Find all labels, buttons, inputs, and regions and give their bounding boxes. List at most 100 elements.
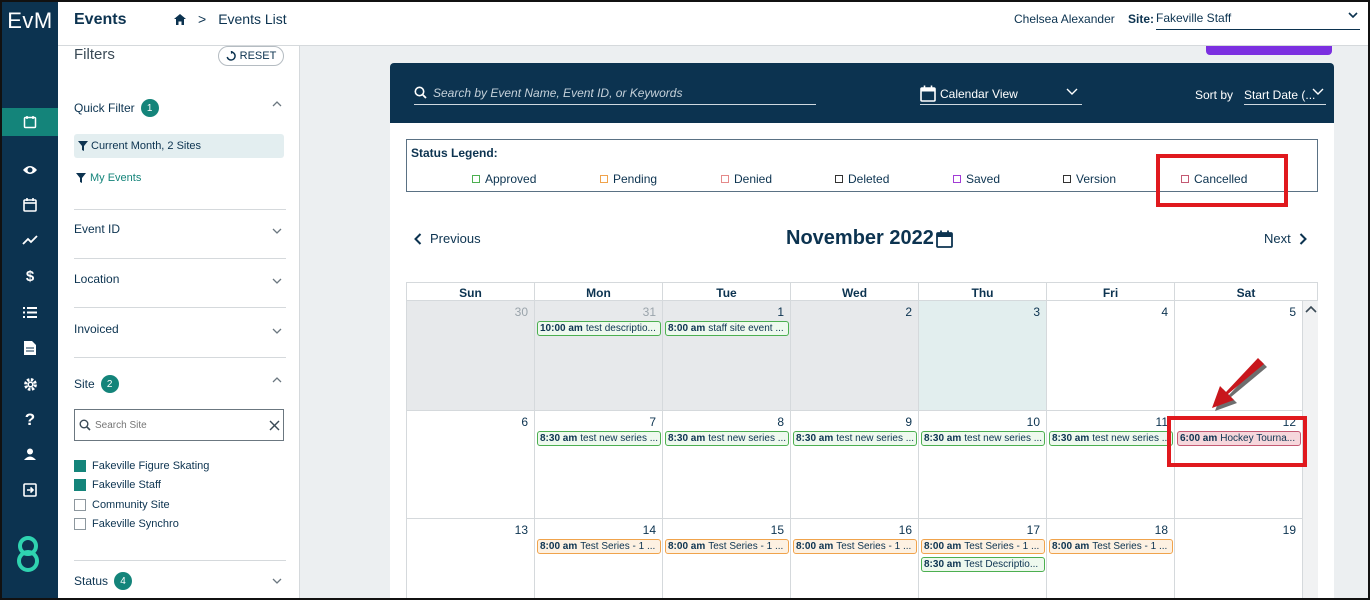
legend-label: Denied	[734, 172, 773, 186]
event-title: Test Series - 1 ...	[580, 541, 656, 552]
calendar-day-cell[interactable]: 13	[406, 519, 534, 598]
calendar-day-cell[interactable]: 11 8:30 am test new series ...	[1046, 411, 1174, 519]
primary-action-button[interactable]	[1206, 46, 1332, 55]
event-chip-pending[interactable]: 8:00 am Test Series - 1 ...	[921, 539, 1045, 554]
previous-label: Previous	[430, 231, 481, 246]
legend-swatch	[1063, 175, 1071, 183]
calendar-day-cell[interactable]: 4	[1046, 301, 1174, 411]
user-icon[interactable]	[2, 440, 58, 468]
chevron-up-icon	[272, 101, 282, 107]
quick-filter-header[interactable]: Quick Filter 1	[74, 99, 286, 117]
view-select[interactable]: Calendar View	[920, 83, 1082, 105]
event-chip-approved[interactable]: 10:00 am test descriptio...	[537, 321, 661, 336]
site-option[interactable]: Fakeville Staff	[74, 479, 161, 491]
event-chip-approved[interactable]: 8:30 am Test Descriptio...	[921, 557, 1045, 572]
logout-icon[interactable]	[2, 476, 58, 504]
calendar-day-cell[interactable]: 18 8:00 am Test Series - 1 ...	[1046, 519, 1174, 598]
checkbox-checked[interactable]	[74, 479, 86, 491]
quick-filter-my-events[interactable]: My Events	[76, 172, 141, 184]
calendar-day-cell[interactable]: 6	[406, 411, 534, 519]
day-number: 8	[777, 415, 784, 429]
calendar-picker-icon[interactable]	[935, 230, 953, 248]
checkbox[interactable]	[74, 518, 86, 530]
eye-icon[interactable]	[2, 156, 58, 184]
day-number: 31	[642, 305, 656, 319]
event-time: 8:30 am	[668, 433, 706, 444]
weekday-header: Tue	[662, 282, 790, 301]
calendar-icon[interactable]	[2, 190, 58, 218]
legend-item: Pending	[600, 172, 657, 186]
breadcrumb-current: Events List	[218, 11, 287, 27]
close-icon[interactable]	[269, 420, 280, 431]
chevron-down-icon	[272, 328, 282, 334]
event-chip-pending[interactable]: 8:00 am Test Series - 1 ...	[665, 539, 789, 554]
quick-filter-label: Quick Filter	[74, 101, 135, 115]
invoiced-filter[interactable]: Invoiced	[74, 322, 286, 336]
event-search[interactable]	[414, 81, 816, 105]
calendar-day-cell[interactable]: 19	[1174, 519, 1302, 598]
calendar-day-cell[interactable]: 2	[790, 301, 918, 411]
event-search-input[interactable]	[433, 85, 813, 100]
event-title: test new series ...	[1092, 433, 1171, 444]
checkbox-checked[interactable]	[74, 460, 86, 472]
calendar-day-cell[interactable]: 15 8:00 am Test Series - 1 ...	[662, 519, 790, 598]
calendar-day-cell[interactable]: 7 8:30 am test new series ...	[534, 411, 662, 519]
calendar-day-cell[interactable]: 16 8:00 am Test Series - 1 ...	[790, 519, 918, 598]
event-chip-pending[interactable]: 8:00 am Test Series - 1 ...	[537, 539, 661, 554]
previous-month-button[interactable]: Previous	[414, 231, 481, 246]
site-option[interactable]: Community Site	[74, 499, 170, 511]
divider	[74, 258, 286, 259]
gear-icon[interactable]	[2, 370, 58, 398]
day-number: 10	[1026, 415, 1040, 429]
document-icon[interactable]	[2, 334, 58, 362]
site-search-input[interactable]	[95, 419, 265, 431]
divider	[74, 560, 286, 561]
legend-label: Version	[1076, 172, 1117, 186]
sort-select[interactable]: Start Date (...	[1244, 83, 1326, 105]
dollar-icon[interactable]: $	[2, 262, 58, 290]
next-month-button[interactable]: Next	[1264, 231, 1307, 246]
nav-events-icon[interactable]	[2, 108, 58, 136]
reset-button[interactable]: RESET	[218, 46, 284, 66]
quick-filter-current[interactable]: Current Month, 2 Sites	[74, 134, 284, 158]
event-time: 8:30 am	[924, 433, 962, 444]
event-chip-approved[interactable]: 8:30 am test new series ...	[793, 431, 917, 446]
event-chip-pending[interactable]: 8:00 am Test Series - 1 ...	[1049, 539, 1173, 554]
legend-title: Status Legend:	[411, 146, 498, 160]
site-select[interactable]: Fakeville Staff	[1156, 8, 1360, 30]
calendar-day-cell[interactable]: 30	[406, 301, 534, 411]
app-logo: EvM	[7, 8, 53, 33]
calendar-day-cell[interactable]: 17 8:00 am Test Series - 1 ... 8:30 am Test …	[918, 519, 1046, 598]
brand-logo-icon	[17, 536, 39, 572]
home-icon[interactable]	[174, 13, 186, 25]
calendar-day-cell[interactable]: 31 10:00 am test descriptio...	[534, 301, 662, 411]
day-number: 18	[1154, 523, 1168, 537]
page-title: Events	[74, 11, 127, 28]
status-filter-header[interactable]: Status 4	[74, 572, 286, 590]
chevron-down-icon	[1348, 12, 1358, 18]
help-icon[interactable]: ?	[2, 406, 58, 434]
event-chip-approved[interactable]: 8:30 am test new series ...	[665, 431, 789, 446]
calendar-day-cell[interactable]: 1 8:00 am staff site event ...	[662, 301, 790, 411]
checkbox[interactable]	[74, 499, 86, 511]
calendar-day-cell[interactable]: 8 8:30 am test new series ...	[662, 411, 790, 519]
calendar-day-cell[interactable]: 3	[918, 301, 1046, 411]
calendar-day-cell[interactable]: 9 8:30 am test new series ...	[790, 411, 918, 519]
event-chip-pending[interactable]: 8:00 am Test Series - 1 ...	[793, 539, 917, 554]
event-title: test descriptio...	[585, 323, 656, 334]
site-filter-header[interactable]: Site 2	[74, 375, 286, 393]
event-chip-approved[interactable]: 8:30 am test new series ...	[921, 431, 1045, 446]
site-option[interactable]: Fakeville Figure Skating	[74, 460, 209, 472]
calendar-day-cell[interactable]: 14 8:00 am Test Series - 1 ...	[534, 519, 662, 598]
event-chip-approved[interactable]: 8:30 am test new series ...	[537, 431, 661, 446]
chart-line-icon[interactable]	[2, 226, 58, 254]
calendar-day-cell[interactable]: 10 8:30 am test new series ...	[918, 411, 1046, 519]
site-search-field[interactable]	[74, 409, 284, 441]
event-chip-approved[interactable]: 8:30 am test new series ...	[1049, 431, 1173, 446]
event-time: 10:00 am	[540, 323, 583, 334]
event-chip-approved[interactable]: 8:00 am staff site event ...	[665, 321, 789, 336]
event-id-filter[interactable]: Event ID	[74, 222, 286, 236]
list-icon[interactable]	[2, 298, 58, 326]
site-option[interactable]: Fakeville Synchro	[74, 518, 179, 530]
location-filter[interactable]: Location	[74, 272, 286, 286]
